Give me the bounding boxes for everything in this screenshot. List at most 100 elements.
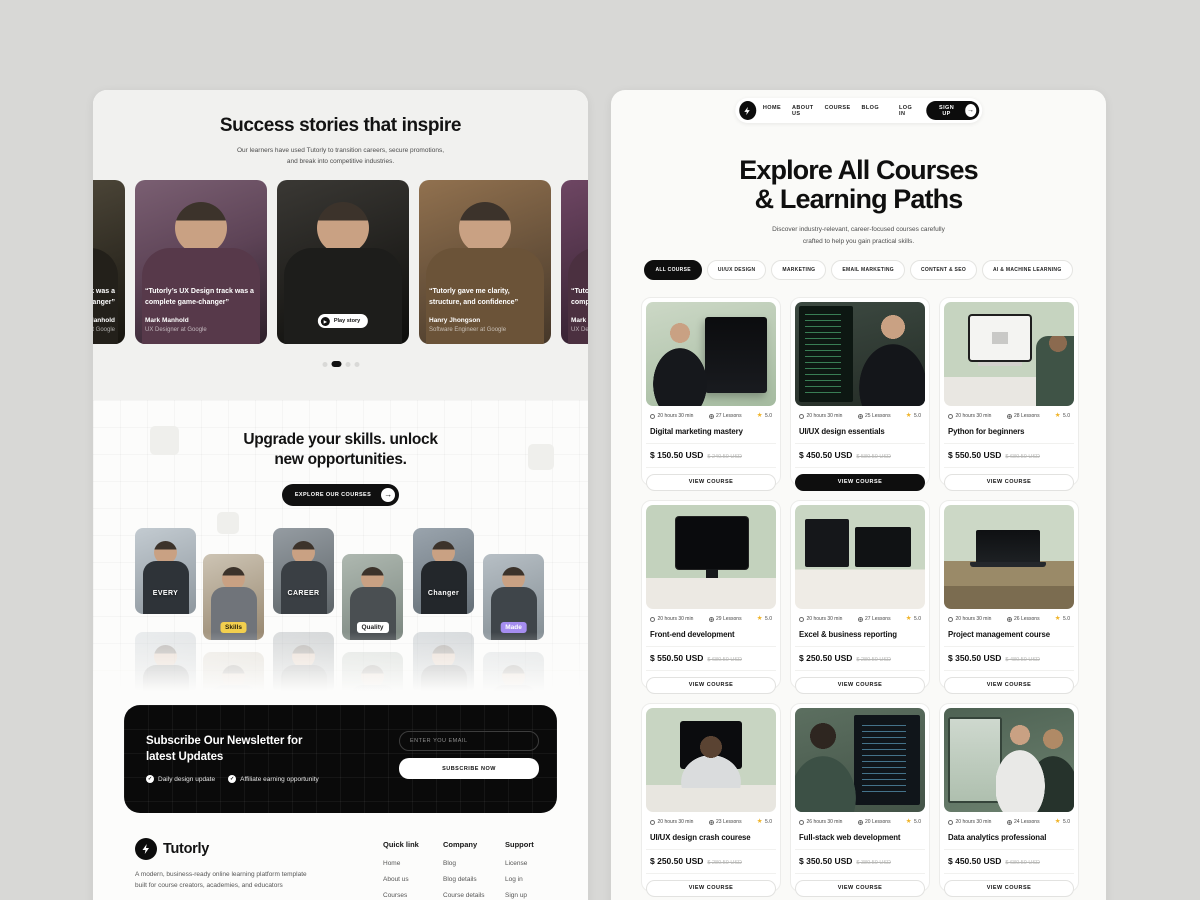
carousel-dot[interactable] [331, 361, 341, 367]
footer-link[interactable]: Course details [443, 892, 485, 899]
view-course-button[interactable]: VIEW COURSE [646, 880, 776, 897]
play-story-button[interactable]: ▶ Play story [318, 314, 368, 328]
footer-link[interactable]: Log in [505, 876, 534, 883]
course-lessons: 24 Lessons [1014, 819, 1040, 825]
tutorly-logo-icon[interactable] [739, 101, 756, 120]
course-old-price: $ 280.50 USD [856, 657, 891, 663]
course-price-row: $ 450.50 USD $ 580.50 USD [795, 444, 925, 468]
course-price: $ 450.50 USD [799, 450, 852, 460]
nav-items: HOME ABOUT US COURSE BLOG [763, 105, 879, 117]
footer-link[interactable]: License [505, 860, 534, 867]
lessons-icon [1007, 414, 1012, 419]
course-price: $ 150.50 USD [650, 450, 703, 460]
course-lessons: 27 Lessons [716, 413, 742, 419]
view-course-button[interactable]: VIEW COURSE [795, 880, 925, 897]
section-title: Upgrade your skills. unlock new opportun… [93, 400, 588, 470]
explore-courses-button[interactable]: EXPLORE OUR COURSES → [282, 484, 399, 506]
course-lessons: 29 Lessons [716, 616, 742, 622]
view-course-button[interactable]: VIEW COURSE [795, 474, 925, 491]
filter-pill[interactable]: MARKETING [771, 260, 826, 280]
email-input[interactable] [399, 731, 539, 751]
course-card: 20 hours 30 min 29 Lessons ★ 5.0 Front-e… [641, 500, 781, 689]
star-icon: ★ [906, 819, 912, 826]
course-title: UI/UX design essentials [795, 427, 925, 444]
course-title: Digital marketing mastery [646, 427, 776, 444]
carousel-dots[interactable] [322, 361, 359, 367]
lessons-icon [858, 414, 863, 419]
course-duration: 20 hours 30 min [956, 616, 992, 622]
photo-label: EVERY [135, 590, 196, 597]
check-icon: ✓ [228, 775, 236, 783]
filter-pill[interactable]: CONTENT & SEO [910, 260, 977, 280]
course-meta: 26 hours 30 min 20 Lessons ★ 5.0 [795, 819, 925, 826]
footer-link[interactable]: About us [383, 876, 419, 883]
course-duration: 20 hours 30 min [956, 819, 992, 825]
nav-item[interactable]: ABOUT US [792, 105, 814, 117]
arrow-right-icon: → [964, 103, 977, 118]
course-price: $ 350.50 USD [948, 653, 1001, 663]
course-old-price: $ 680.50 USD [1005, 454, 1040, 460]
view-course-button[interactable]: VIEW COURSE [646, 474, 776, 491]
check-icon: ✓ [146, 775, 154, 783]
view-course-button[interactable]: VIEW COURSE [646, 677, 776, 694]
login-link[interactable]: LOG IN [899, 105, 918, 117]
course-image [646, 302, 776, 406]
clock-icon [650, 414, 655, 419]
course-old-price: $ 280.50 USD [707, 860, 742, 866]
course-image [795, 708, 925, 812]
footer-links: Blog Blog details Course details [443, 860, 485, 899]
filter-pill[interactable]: EMAIL MARKETING [831, 260, 905, 280]
page-subtitle: Discover industry-relevant, career-focus… [611, 224, 1106, 247]
course-old-price: $ 680.50 USD [707, 657, 742, 663]
filter-pill[interactable]: ALL COURSE [644, 260, 701, 280]
footer-link[interactable]: Blog [443, 860, 485, 867]
course-title: Excel & business reporting [795, 630, 925, 647]
course-rating: 5.0 [765, 819, 772, 825]
view-course-button[interactable]: VIEW COURSE [944, 880, 1074, 897]
testimonial-card: “Tutorly’s UX Design track was a complet… [561, 180, 588, 344]
footer-link[interactable]: Courses [383, 892, 419, 899]
clock-icon [650, 617, 655, 622]
view-course-button[interactable]: VIEW COURSE [944, 474, 1074, 491]
lessons-icon [858, 617, 863, 622]
course-duration: 20 hours 30 min [658, 819, 694, 825]
course-price: $ 350.50 USD [799, 856, 852, 866]
nav-item[interactable]: HOME [763, 105, 781, 117]
footer-column-title: Quick link [383, 840, 419, 849]
brand-name: Tutorly [163, 841, 209, 857]
star-icon: ★ [757, 413, 763, 420]
carousel-dot[interactable] [322, 362, 327, 367]
course-price: $ 450.50 USD [948, 856, 1001, 866]
course-card: 20 hours 30 min 25 Lessons ★ 5.0 UI/UX d… [790, 297, 930, 486]
testimonial-role: UX Designer at Google [145, 327, 257, 333]
course-image [646, 708, 776, 812]
course-duration: 20 hours 30 min [658, 616, 694, 622]
footer-link[interactable]: Sign up [505, 892, 534, 899]
signup-button[interactable]: SIGN UP → [926, 101, 979, 120]
lessons-icon [1007, 617, 1012, 622]
footer-link[interactable]: Blog details [443, 876, 485, 883]
filter-pill[interactable]: UI/UX DESIGN [707, 260, 767, 280]
photo-label: Changer [413, 590, 474, 597]
course-old-price: $ 580.50 USD [856, 454, 891, 460]
carousel-dot[interactable] [354, 362, 359, 367]
course-image [944, 708, 1074, 812]
course-price: $ 550.50 USD [948, 450, 1001, 460]
carousel-dot[interactable] [345, 362, 350, 367]
courses-page-panel: HOME ABOUT US COURSE BLOG LOG IN SIGN UP… [611, 90, 1106, 900]
course-card: 20 hours 30 min 28 Lessons ★ 5.0 Python … [939, 297, 1079, 486]
subscribe-button[interactable]: SUBSCRIBE NOW [399, 758, 539, 779]
nav-item[interactable]: BLOG [862, 105, 880, 117]
course-rating: 5.0 [914, 819, 921, 825]
nav-item[interactable]: COURSE [825, 105, 851, 117]
filter-pill[interactable]: AI & MACHINE LEARNING [982, 260, 1073, 280]
learner-photo: EVERY [135, 528, 196, 614]
footer-column-title: Support [505, 840, 534, 849]
view-course-button[interactable]: VIEW COURSE [944, 677, 1074, 694]
footer-column: Support License Log in Sign up [505, 840, 534, 900]
tutorly-logo-icon [135, 838, 157, 860]
course-lessons: 25 Lessons [865, 413, 891, 419]
view-course-button[interactable]: VIEW COURSE [795, 677, 925, 694]
testimonial-card: ▶ Play story [277, 180, 409, 344]
footer-link[interactable]: Home [383, 860, 419, 867]
